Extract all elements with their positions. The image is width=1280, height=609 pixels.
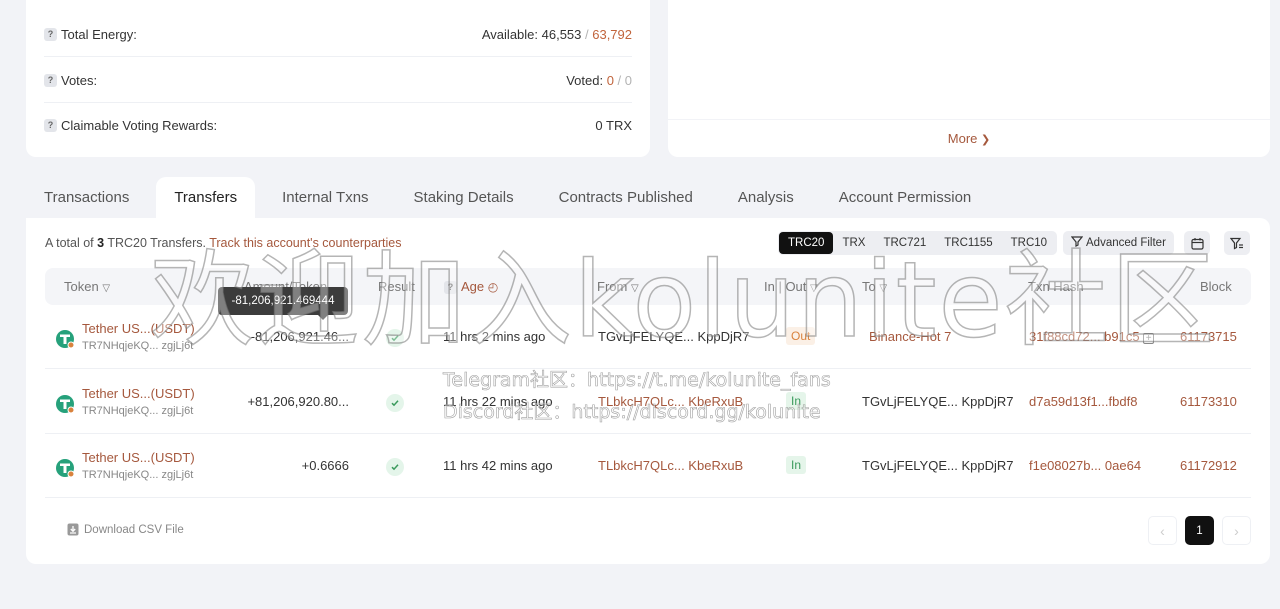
- chevron-right-icon: ❯: [981, 134, 991, 146]
- chevron-left-icon: ‹: [1160, 522, 1165, 539]
- watermark-discord: Discord社区：https://discord.gg/kolunite: [443, 401, 821, 424]
- age: 11 hrs 42 mins ago: [443, 458, 553, 473]
- rewards-value: 0 TRX: [595, 118, 632, 133]
- tab-transfers[interactable]: Transfers: [156, 177, 256, 218]
- to-address[interactable]: TGvLjFELYQE... KppDjR7: [862, 458, 1013, 473]
- download-icon: [67, 523, 79, 536]
- votes-row: ? Votes: Voted: 0 / 0: [44, 58, 632, 103]
- direction-badge: In: [786, 456, 807, 474]
- rewards-row: ? Claimable Voting Rewards: 0 TRX: [44, 103, 632, 148]
- page-number-current[interactable]: 1: [1185, 516, 1214, 545]
- tether-icon[interactable]: [55, 329, 75, 349]
- to-address[interactable]: TGvLjFELYQE... KppDjR7: [862, 394, 1013, 409]
- filter-icon[interactable]: ▽: [102, 283, 110, 294]
- download-csv-button[interactable]: Download CSV File: [67, 523, 184, 536]
- token-name[interactable]: Tether US...(USDT): [82, 386, 195, 401]
- token-name[interactable]: Tether US...(USDT): [82, 450, 195, 465]
- txn-hash[interactable]: f1e08027b... 0ae64: [1029, 458, 1141, 473]
- success-check-icon: [386, 458, 404, 476]
- success-check-icon: [386, 394, 404, 412]
- total-energy-row: ? Total Energy: Available: 46,553 / 63,79…: [44, 12, 632, 57]
- help-icon[interactable]: ?: [44, 119, 57, 132]
- next-page-button[interactable]: ›: [1222, 516, 1251, 545]
- amount: +0.6666: [301, 458, 349, 473]
- resource-card: ? Total Energy: Available: 46,553 / 63,79…: [26, 0, 650, 157]
- votes-label: Votes:: [61, 72, 98, 88]
- tether-icon[interactable]: [55, 458, 75, 478]
- rewards-label: Claimable Voting Rewards:: [61, 118, 218, 133]
- col-token[interactable]: Token ▽: [64, 268, 110, 305]
- table-row: Tether US...(USDT) TR7NHqjeKQ... zgjLj6t…: [45, 434, 1251, 498]
- tab-contracts-published[interactable]: Contracts Published: [541, 177, 711, 218]
- tab-account-permission[interactable]: Account Permission: [821, 177, 990, 218]
- tab-analysis[interactable]: Analysis: [720, 177, 812, 218]
- block-number[interactable]: 61173310: [1180, 394, 1237, 409]
- tab-internal-txns[interactable]: Internal Txns: [264, 177, 386, 218]
- chart-panel: More ❯: [668, 0, 1270, 157]
- votes-value: Voted: 0 / 0: [566, 72, 632, 88]
- watermark: 欢迎加入kolunite社区: [149, 239, 1217, 361]
- clear-filter-button[interactable]: [1224, 231, 1250, 255]
- token-address[interactable]: TR7NHqjeKQ... zgjLj6t: [82, 469, 193, 481]
- help-icon[interactable]: ?: [44, 73, 57, 87]
- from-address[interactable]: TLbkcH7QLc... KbeRxuB: [598, 458, 743, 473]
- tether-icon[interactable]: [55, 394, 75, 414]
- tab-staking-details[interactable]: Staking Details: [396, 177, 532, 218]
- token-address[interactable]: TR7NHqjeKQ... zgjLj6t: [82, 405, 193, 417]
- filter-clear-icon: [1230, 237, 1243, 249]
- block-number[interactable]: 61172912: [1180, 458, 1237, 473]
- txn-hash[interactable]: d7a59d13f1...fbdf8: [1029, 394, 1137, 409]
- total-energy-value: Available: 46,553 / 63,792: [481, 26, 632, 42]
- help-icon[interactable]: ?: [44, 27, 57, 41]
- more-link[interactable]: More ❯: [668, 119, 1270, 157]
- amount: +81,206,920.80...: [247, 394, 349, 409]
- tab-transactions[interactable]: Transactions: [26, 177, 147, 218]
- account-tabs: Transactions Transfers Internal Txns Sta…: [26, 177, 998, 218]
- watermark-telegram: Telegram社区：https://t.me/kolunite_fans: [443, 369, 831, 392]
- total-energy-label: Total Energy:: [61, 26, 137, 42]
- chevron-right-icon: ›: [1234, 522, 1239, 539]
- prev-page-button[interactable]: ‹: [1148, 516, 1177, 545]
